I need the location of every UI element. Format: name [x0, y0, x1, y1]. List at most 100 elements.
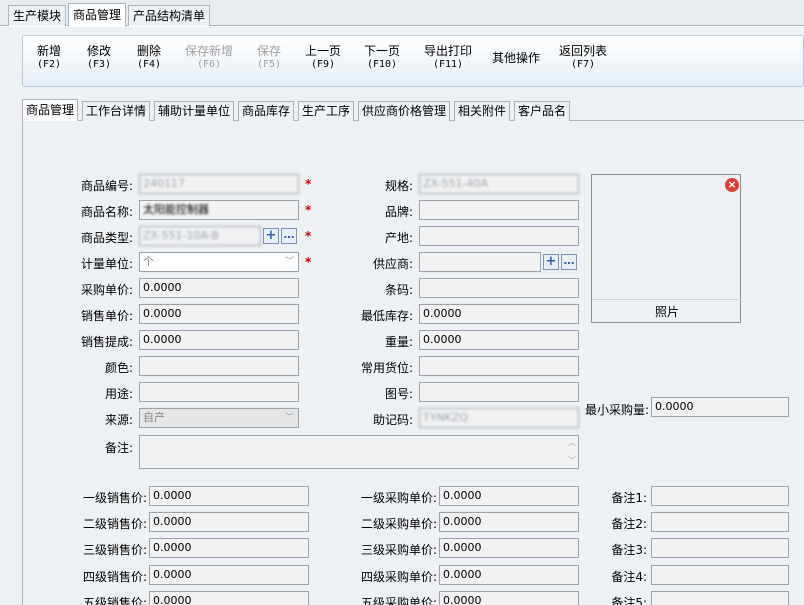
export-print-button[interactable]: 导出打印 (F11) [424, 44, 472, 72]
product-type-label: 商品类型: [80, 231, 133, 245]
purchase-level-4-field[interactable]: 0.0000 [439, 565, 579, 585]
toolbar: 新增 (F2) 修改 (F3) 删除 (F4) 保存新增 (F6) 保存 (F5) 上一页… [22, 35, 804, 87]
scroll-down-icon[interactable]: ﹀ [568, 456, 576, 466]
spec-field[interactable]: ZX-551-40A [419, 174, 579, 194]
origin-label: 产地: [384, 231, 413, 245]
subtab-supplier-price[interactable]: 供应商价格管理 [358, 101, 451, 121]
spec-label: 规格: [384, 179, 413, 193]
sale-level-3-field[interactable]: 0.0000 [149, 538, 309, 558]
add-button[interactable]: 新增 (F2) [37, 44, 61, 72]
close-icon[interactable]: × [725, 178, 739, 192]
tab-production-module[interactable]: 生产模块 [8, 5, 67, 26]
min-purchase-field[interactable]: 0.0000 [651, 397, 789, 417]
usage-field[interactable] [139, 382, 299, 402]
color-field[interactable] [139, 356, 299, 376]
save-button[interactable]: 保存 (F5) [257, 44, 281, 72]
min-stock-label: 最低库存: [360, 309, 413, 323]
delete-button[interactable]: 删除 (F4) [137, 44, 161, 72]
supplier-field[interactable] [419, 252, 541, 272]
weight-label: 重量: [384, 335, 413, 349]
location-field[interactable] [419, 356, 579, 376]
purchase-level-5-label: 五级采购单价: [360, 596, 437, 605]
chevron-down-icon: ﹀ [284, 413, 294, 423]
save-and-add-button[interactable]: 保存新增 (F6) [185, 44, 233, 72]
sale-price-field[interactable]: 0.0000 [139, 304, 299, 324]
purchase-price-field[interactable]: 0.0000 [139, 278, 299, 298]
subtab-auxiliary-units[interactable]: 辅助计量单位 [154, 101, 235, 121]
remark-1-field[interactable] [651, 486, 789, 506]
tab-product-management[interactable]: 商品管理 [68, 3, 127, 27]
sale-price-label: 销售单价: [80, 309, 133, 323]
remark-1-label: 备注1: [611, 491, 647, 505]
purchase-level-5-field[interactable]: 0.0000 [439, 591, 579, 605]
sale-level-1-field[interactable]: 0.0000 [149, 486, 309, 506]
product-code-field[interactable]: 240117 [139, 174, 299, 194]
scroll-up-icon[interactable]: ︿ [568, 438, 576, 448]
sale-level-4-label: 四级销售价: [82, 570, 147, 584]
unit-select[interactable]: 个 ﹀ [139, 252, 299, 272]
drawing-no-field[interactable] [419, 382, 579, 402]
ellipsis-icon[interactable]: … [281, 228, 297, 244]
next-page-button[interactable]: 下一页 (F10) [364, 44, 400, 72]
other-actions-button[interactable]: 其他操作 [492, 51, 540, 65]
sub-tab-bar: 商品管理 工作台详情 辅助计量单位 商品库存 生产工序 供应商价格管理 相关附件… [22, 99, 804, 122]
drawing-no-label: 图号: [384, 387, 413, 401]
brand-field[interactable] [419, 200, 579, 220]
subtab-production-process[interactable]: 生产工序 [298, 101, 355, 121]
required-mark: * [305, 203, 312, 217]
origin-field[interactable] [419, 226, 579, 246]
barcode-label: 条码: [384, 283, 413, 297]
prev-page-button[interactable]: 上一页 (F9) [305, 44, 341, 72]
source-select[interactable]: 自产 ﹀ [139, 408, 299, 428]
ellipsis-icon[interactable]: … [561, 254, 577, 270]
purchase-level-3-field[interactable]: 0.0000 [439, 538, 579, 558]
weight-field[interactable]: 0.0000 [419, 330, 579, 350]
tab-bom[interactable]: 产品结构清单 [128, 5, 211, 26]
product-form: 商品编号: 240117 * 商品名称: 太阳能控制器 * 商品类型: ZX-5… [22, 121, 804, 605]
remark-2-field[interactable] [651, 512, 789, 532]
usage-label: 用途: [104, 387, 133, 401]
barcode-field[interactable] [419, 278, 579, 298]
min-stock-field[interactable]: 0.0000 [419, 304, 579, 324]
purchase-level-2-label: 二级采购单价: [360, 517, 437, 531]
subtab-inventory[interactable]: 商品库存 [238, 101, 295, 121]
sale-level-2-field[interactable]: 0.0000 [149, 512, 309, 532]
product-name-label: 商品名称: [80, 205, 133, 219]
remark-5-label: 备注5: [611, 596, 647, 605]
subtab-attachments[interactable]: 相关附件 [454, 101, 511, 121]
plus-icon[interactable]: + [263, 228, 279, 244]
mnemonic-field[interactable]: TYNKZQ [419, 408, 579, 428]
purchase-level-1-field[interactable]: 0.0000 [439, 486, 579, 506]
unit-label: 计量单位: [80, 257, 133, 271]
subtab-workbench-details[interactable]: 工作台详情 [82, 101, 151, 121]
sale-level-1-label: 一级销售价: [82, 491, 147, 505]
sale-level-4-field[interactable]: 0.0000 [149, 565, 309, 585]
product-name-field[interactable]: 太阳能控制器 [139, 200, 299, 220]
remark-4-label: 备注4: [611, 570, 647, 584]
location-label: 常用货位: [360, 361, 413, 375]
purchase-price-label: 采购单价: [80, 283, 133, 297]
min-purchase-label: 最小采购量: [584, 403, 649, 417]
subtab-product-management[interactable]: 商品管理 [22, 99, 79, 122]
sale-level-2-label: 二级销售价: [82, 517, 147, 531]
commission-field[interactable]: 0.0000 [139, 330, 299, 350]
subtab-customer-names[interactable]: 客户品名 [514, 101, 571, 121]
remark-5-field[interactable] [651, 591, 789, 605]
sale-level-3-label: 三级销售价: [82, 543, 147, 557]
remark-3-field[interactable] [651, 538, 789, 558]
remark-4-field[interactable] [651, 565, 789, 585]
plus-icon[interactable]: + [543, 254, 559, 270]
mnemonic-label: 助记码: [372, 413, 413, 427]
remark-2-label: 备注2: [611, 517, 647, 531]
sale-level-5-label: 五级销售价: [82, 596, 147, 605]
edit-button[interactable]: 修改 (F3) [87, 44, 111, 72]
purchase-level-2-field[interactable]: 0.0000 [439, 512, 579, 532]
sale-level-5-field[interactable]: 0.0000 [149, 591, 309, 605]
commission-label: 销售提成: [80, 335, 133, 349]
source-label: 来源: [104, 413, 133, 427]
photo-box[interactable]: × 照片 [591, 174, 742, 323]
remark-textarea[interactable]: ︿ ﹀ [139, 435, 579, 469]
required-mark: * [305, 255, 312, 269]
product-type-field[interactable]: ZX-551-10A-B [139, 226, 261, 246]
back-to-list-button[interactable]: 返回列表 (F7) [559, 44, 607, 72]
